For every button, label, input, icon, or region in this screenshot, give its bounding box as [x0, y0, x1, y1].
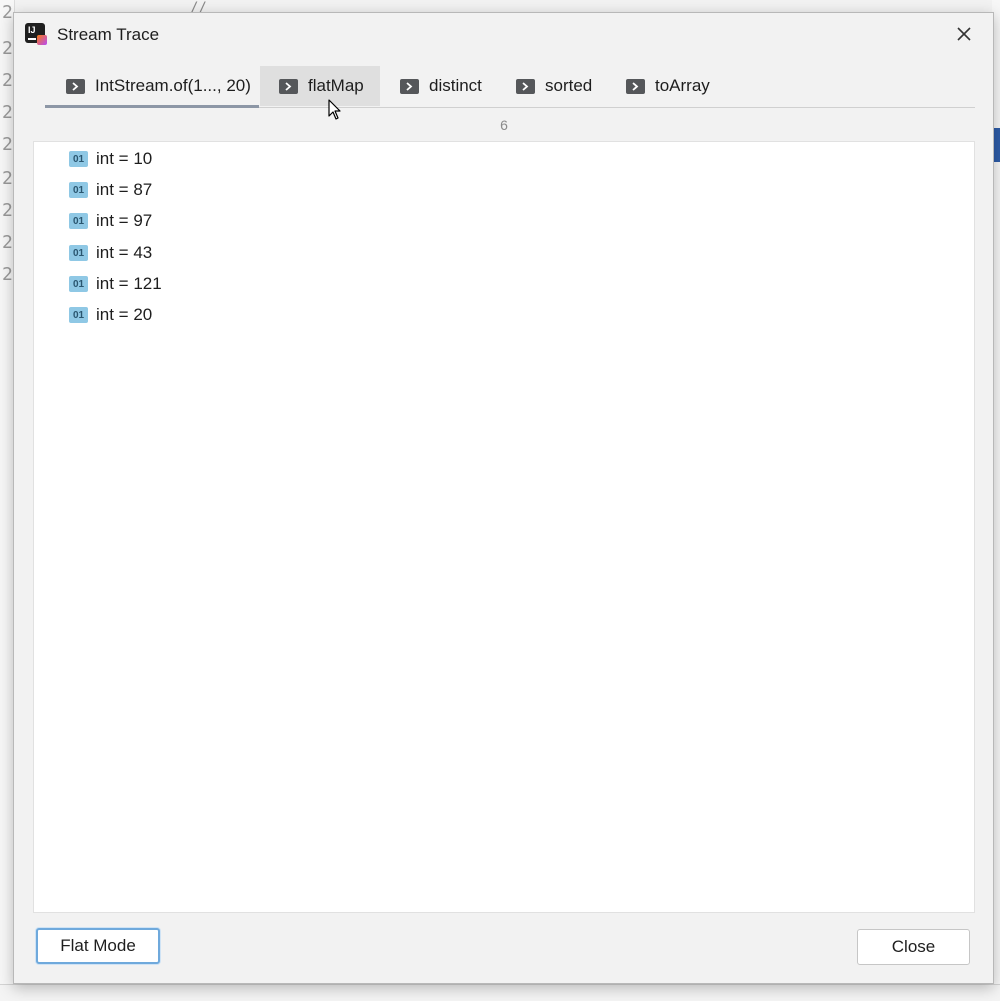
- background-line-number: 2: [2, 70, 13, 91]
- primitive-value-icon: 01: [69, 213, 88, 229]
- list-item[interactable]: 01 int = 20: [69, 304, 152, 326]
- list-item[interactable]: 01 int = 97: [69, 210, 152, 232]
- mouse-cursor-icon: [328, 99, 342, 126]
- tab-sorted[interactable]: sorted: [516, 66, 611, 106]
- stream-operation-tabs: IntStream.of(1..., 20) flatMap distinct …: [45, 66, 975, 108]
- values-list[interactable]: 01 int = 10 01 int = 87 01 int = 97 01 i…: [33, 141, 975, 913]
- list-item[interactable]: 01 int = 121: [69, 273, 162, 295]
- value-text: int = 10: [96, 149, 153, 168]
- tab-distinct[interactable]: distinct: [400, 66, 500, 106]
- primitive-value-icon: 01: [69, 151, 88, 167]
- tab-label: distinct: [429, 76, 482, 95]
- list-item[interactable]: 01 int = 43: [69, 242, 152, 264]
- value-text: int = 121: [96, 274, 162, 293]
- step-arrow-icon: [279, 78, 298, 94]
- tab-flatmap[interactable]: flatMap: [260, 66, 380, 106]
- primitive-value-icon: 01: [69, 307, 88, 323]
- close-icon[interactable]: [949, 19, 979, 49]
- tab-label: IntStream.of(1..., 20): [95, 76, 251, 95]
- dialog-title: Stream Trace: [57, 25, 160, 44]
- background-line-number: 2: [2, 102, 13, 123]
- background-line-number: 2: [2, 200, 13, 221]
- list-item[interactable]: 01 int = 87: [69, 179, 152, 201]
- value-text: int = 97: [96, 211, 153, 230]
- step-arrow-icon: [66, 78, 85, 94]
- primitive-value-icon: 01: [69, 245, 88, 261]
- element-count: 6: [500, 117, 508, 133]
- value-text: int = 20: [96, 305, 153, 324]
- background-line-number: 2: [2, 2, 13, 23]
- flat-mode-button[interactable]: Flat Mode: [36, 928, 160, 964]
- list-item[interactable]: 01 int = 10: [69, 148, 152, 170]
- step-arrow-icon: [400, 78, 419, 94]
- stream-trace-dialog: IJ Stream Trace IntStream.of(1..., 20) f…: [13, 12, 994, 984]
- background-line-number: 2: [2, 168, 13, 189]
- background-line-number: 2: [2, 264, 13, 285]
- tab-label: sorted: [545, 76, 593, 95]
- tab-intstream-of[interactable]: IntStream.of(1..., 20): [45, 66, 259, 108]
- title-bar: IJ Stream Trace: [14, 13, 993, 57]
- background-line-number: 2: [2, 232, 13, 253]
- close-button[interactable]: Close: [857, 929, 970, 965]
- background-line-number: 2: [2, 134, 13, 155]
- step-arrow-icon: [516, 78, 535, 94]
- background-line-number: 2: [2, 38, 13, 59]
- tab-label: flatMap: [308, 76, 364, 95]
- tab-toarray[interactable]: toArray: [626, 66, 726, 106]
- value-text: int = 87: [96, 180, 153, 199]
- step-arrow-icon: [626, 78, 645, 94]
- intellij-app-icon: IJ: [25, 23, 47, 45]
- primitive-value-icon: 01: [69, 182, 88, 198]
- background-status-bar: [0, 984, 1000, 1001]
- tab-label: toArray: [655, 76, 710, 95]
- value-text: int = 43: [96, 243, 153, 262]
- primitive-value-icon: 01: [69, 276, 88, 292]
